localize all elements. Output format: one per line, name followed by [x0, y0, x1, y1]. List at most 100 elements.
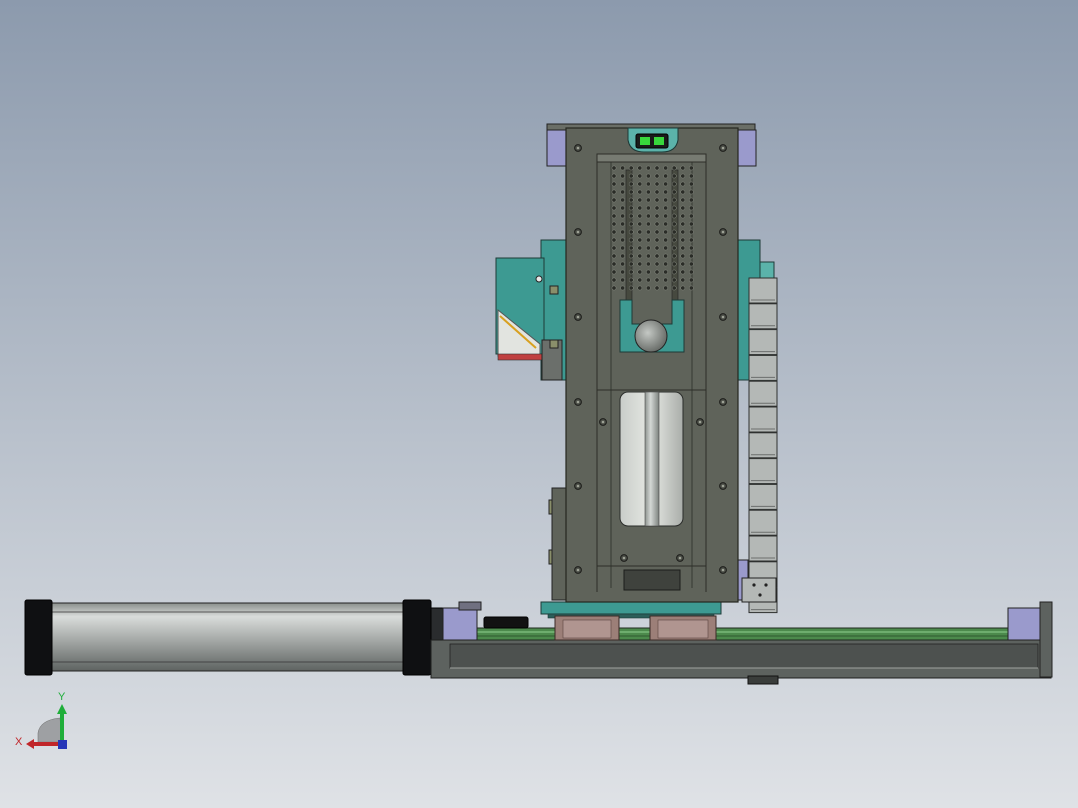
viewport-background [0, 0, 1078, 808]
chain-link [748, 509, 778, 536]
vent-hole [646, 165, 651, 171]
vent-hole [689, 269, 694, 275]
vent-hole [663, 165, 668, 171]
vent-hole [646, 181, 651, 187]
vent-hole [646, 245, 651, 251]
vent-hole [654, 245, 660, 251]
vent-hole [654, 165, 660, 171]
vent-hole [620, 205, 625, 211]
vent-hole [611, 285, 617, 291]
vent-hole [646, 173, 651, 179]
vent-hole [628, 197, 634, 203]
vent-hole [680, 213, 686, 219]
vent-hole [671, 213, 677, 219]
chain-link [748, 483, 778, 510]
vent-hole [671, 253, 677, 259]
vent-hole [689, 197, 694, 203]
vent-hole [689, 181, 694, 187]
vent-hole [654, 285, 660, 291]
rail-sensor [483, 616, 529, 629]
vent-hole [628, 261, 634, 267]
screw-center [576, 230, 580, 234]
vent-hole [620, 189, 625, 195]
vent-hole [663, 245, 668, 251]
vent-hole [620, 221, 625, 227]
vent-hole [654, 173, 660, 179]
vent-hole [620, 197, 625, 203]
vent-hole [680, 245, 686, 251]
chain-link [748, 303, 778, 330]
vent-hole [620, 229, 625, 235]
vent-hole [671, 181, 677, 187]
chain-link [748, 458, 778, 485]
vent-hole [637, 229, 643, 235]
chain-link [748, 535, 778, 562]
vent-hole [680, 189, 686, 195]
vent-hole [646, 213, 651, 219]
vent-hole [654, 269, 660, 275]
vent-hole [646, 261, 651, 267]
vent-hole [646, 229, 651, 235]
guide-rail [442, 627, 1044, 641]
vent-hole [680, 181, 686, 187]
chain-link [748, 380, 778, 407]
vent-hole [628, 277, 634, 283]
vent-hole [654, 277, 660, 283]
vertical-tower [546, 123, 757, 603]
end-bracket-right [1007, 607, 1043, 641]
vent-hole [620, 213, 625, 219]
vent-hole [611, 165, 617, 171]
vent-hole [646, 221, 651, 227]
screw-center [622, 556, 626, 560]
vent-hole [671, 205, 677, 211]
chain-link [748, 432, 778, 459]
vent-hole [689, 173, 694, 179]
vent-hole [611, 205, 617, 211]
vent-hole [620, 269, 625, 275]
vent-hole [637, 261, 643, 267]
ball-screw-end [634, 319, 668, 353]
screw-center [576, 400, 580, 404]
vent-hole [689, 285, 694, 291]
vent-hole [611, 181, 617, 187]
vent-hole [663, 181, 668, 187]
vent-hole [680, 165, 686, 171]
vent-hole [663, 229, 668, 235]
vent-hole [620, 237, 625, 243]
screw-center [698, 420, 702, 424]
vent-hole [689, 253, 694, 259]
vent-hole [654, 253, 660, 259]
vent-hole [680, 205, 686, 211]
y-axis-label: Y [58, 691, 66, 703]
vent-hole [611, 213, 617, 219]
vent-hole [654, 213, 660, 219]
vent-hole [637, 285, 643, 291]
vent-hole [680, 237, 686, 243]
x-axis-label: X [15, 736, 23, 748]
vent-hole [628, 237, 634, 243]
screw-center [721, 146, 725, 150]
vent-hole [611, 253, 617, 259]
vent-hole [611, 261, 617, 267]
screw-center [576, 568, 580, 572]
vent-hole [663, 269, 668, 275]
vent-hole [611, 173, 617, 179]
vent-hole [628, 221, 634, 227]
vent-hole [671, 269, 677, 275]
vent-hole [680, 277, 686, 283]
vent-hole [628, 189, 634, 195]
screw-center [601, 420, 605, 424]
vent-hole [680, 221, 686, 227]
vent-hole [646, 285, 651, 291]
cad-viewport[interactable]: X Y [0, 0, 1078, 808]
vent-hole [637, 173, 643, 179]
vent-hole [637, 237, 643, 243]
main-plate [565, 127, 739, 603]
vent-hole [620, 285, 625, 291]
vent-hole [654, 181, 660, 187]
vent-hole [637, 181, 643, 187]
vent-hole [628, 229, 634, 235]
screw-center [576, 484, 580, 488]
vent-hole [628, 205, 634, 211]
vent-hole [689, 229, 694, 235]
